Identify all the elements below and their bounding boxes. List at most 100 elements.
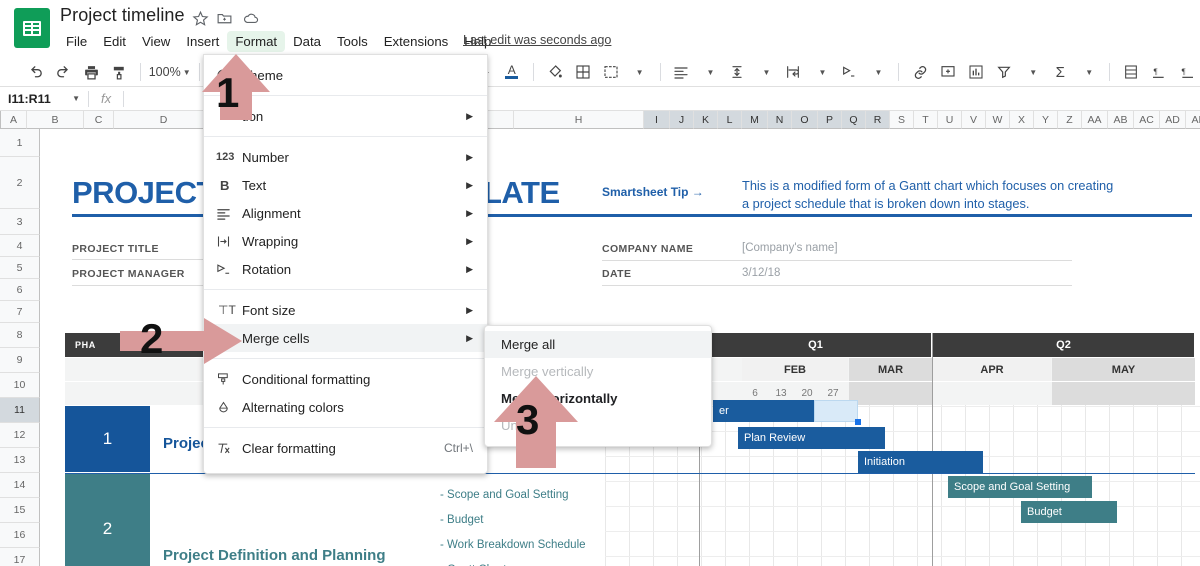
vertical-align-icon[interactable] bbox=[724, 59, 750, 85]
column-header-ad[interactable]: AD bbox=[1160, 111, 1186, 129]
menu-format[interactable]: Format bbox=[227, 31, 285, 52]
column-header-o[interactable]: O bbox=[792, 111, 818, 129]
row-header-10[interactable]: 10 bbox=[0, 373, 40, 398]
menu-item-text[interactable]: B Text ▶ bbox=[204, 171, 487, 199]
gantt-bar[interactable]: Initiation bbox=[858, 451, 983, 473]
redo-icon[interactable] bbox=[50, 59, 76, 85]
text-direction-ltr-icon[interactable]: ¶ bbox=[1146, 59, 1172, 85]
menu-insert[interactable]: Insert bbox=[178, 31, 227, 52]
column-header-ae[interactable]: AE bbox=[1186, 111, 1200, 129]
row-header-1[interactable]: 1 bbox=[0, 129, 40, 157]
text-rotation-dropdown-icon[interactable]: ▼ bbox=[864, 59, 890, 85]
horizontal-align-icon[interactable] bbox=[668, 59, 694, 85]
menu-item-alignment[interactable]: Alignment ▶ bbox=[204, 199, 487, 227]
borders-icon[interactable] bbox=[570, 59, 596, 85]
column-header-t[interactable]: T bbox=[914, 111, 938, 129]
text-wrapping-dropdown-icon[interactable]: ▼ bbox=[808, 59, 834, 85]
menu-data[interactable]: Data bbox=[285, 31, 329, 52]
gantt-bar-selected-cell[interactable] bbox=[814, 400, 858, 422]
menu-item-number[interactable]: 123 Number ▶ bbox=[204, 143, 487, 171]
horizontal-align-dropdown-icon[interactable]: ▼ bbox=[696, 59, 722, 85]
text-wrapping-icon[interactable] bbox=[780, 59, 806, 85]
column-header-l[interactable]: L bbox=[718, 111, 742, 129]
column-header-j[interactable]: J bbox=[670, 111, 694, 129]
row-header-8[interactable]: 8 bbox=[0, 323, 40, 348]
column-header-q[interactable]: Q bbox=[842, 111, 866, 129]
column-header-a[interactable]: A bbox=[1, 111, 27, 129]
menu-edit[interactable]: Edit bbox=[95, 31, 134, 52]
paint-format-icon[interactable] bbox=[106, 59, 132, 85]
column-header-z[interactable]: Z bbox=[1058, 111, 1082, 129]
column-header-aa[interactable]: AA bbox=[1082, 111, 1108, 129]
column-header-k[interactable]: K bbox=[694, 111, 718, 129]
menu-item-font-size[interactable]: ⊤T Font size ▶ bbox=[204, 296, 487, 324]
functions-dropdown-icon[interactable]: ▼ bbox=[1075, 59, 1101, 85]
freeze-icon[interactable] bbox=[1118, 59, 1144, 85]
last-edit-status[interactable]: Last edit was seconds ago bbox=[463, 33, 611, 47]
row-header-17[interactable]: 17 bbox=[0, 548, 40, 566]
column-header-p[interactable]: P bbox=[818, 111, 842, 129]
row-header-16[interactable]: 16 bbox=[0, 523, 40, 548]
gantt-bar[interactable]: Plan Review bbox=[738, 427, 885, 449]
menu-tools[interactable]: Tools bbox=[329, 31, 376, 52]
row-header-15[interactable]: 15 bbox=[0, 498, 40, 523]
column-header-ab[interactable]: AB bbox=[1108, 111, 1134, 129]
row-header-5[interactable]: 5 bbox=[0, 257, 40, 279]
row-header-13[interactable]: 13 bbox=[0, 448, 40, 473]
undo-icon[interactable] bbox=[22, 59, 48, 85]
gantt-bar[interactable]: Budget bbox=[1021, 501, 1117, 523]
column-header-b[interactable]: B bbox=[27, 111, 84, 129]
menu-file[interactable]: File bbox=[58, 31, 95, 52]
vertical-align-dropdown-icon[interactable]: ▼ bbox=[752, 59, 778, 85]
insert-chart-icon[interactable] bbox=[963, 59, 989, 85]
menu-item-rotation[interactable]: Rotation ▶ bbox=[204, 255, 487, 283]
menu-item-conditional-formatting[interactable]: Conditional formatting bbox=[204, 365, 487, 393]
selection-handle[interactable] bbox=[855, 419, 861, 425]
text-direction-rtl-icon[interactable]: ¶ bbox=[1174, 59, 1200, 85]
move-to-folder-icon[interactable] bbox=[216, 10, 233, 32]
gantt-bar[interactable]: Scope and Goal Setting bbox=[948, 476, 1092, 498]
insert-comment-icon[interactable] bbox=[935, 59, 961, 85]
row-header-3[interactable]: 3 bbox=[0, 209, 40, 235]
select-all-corner[interactable] bbox=[0, 111, 1, 129]
column-header-y[interactable]: Y bbox=[1034, 111, 1058, 129]
menu-view[interactable]: View bbox=[134, 31, 178, 52]
merge-cells-dropdown-icon[interactable]: ▼ bbox=[626, 59, 652, 85]
row-header-7[interactable]: 7 bbox=[0, 301, 40, 323]
fill-color-icon[interactable] bbox=[542, 59, 568, 85]
menu-item-alternating-colors[interactable]: Alternating colors bbox=[204, 393, 487, 421]
text-rotation-icon[interactable] bbox=[836, 59, 862, 85]
row-header-2[interactable]: 2 bbox=[0, 157, 40, 209]
column-header-r[interactable]: R bbox=[866, 111, 890, 129]
row-header-9[interactable]: 9 bbox=[0, 348, 40, 373]
create-filter-icon[interactable] bbox=[991, 59, 1017, 85]
print-icon[interactable] bbox=[78, 59, 104, 85]
google-sheets-logo[interactable] bbox=[14, 8, 50, 48]
column-header-ac[interactable]: AC bbox=[1134, 111, 1160, 129]
column-header-c[interactable]: C bbox=[84, 111, 114, 129]
row-header-4[interactable]: 4 bbox=[0, 235, 40, 257]
menu-extensions[interactable]: Extensions bbox=[376, 31, 457, 52]
name-box[interactable]: I11:R11 ▼ bbox=[0, 87, 88, 110]
insert-link-icon[interactable] bbox=[907, 59, 933, 85]
row-header-12[interactable]: 12 bbox=[0, 423, 40, 448]
column-header-m[interactable]: M bbox=[742, 111, 768, 129]
column-header-d[interactable]: D bbox=[114, 111, 214, 129]
menu-item-merge-cells[interactable]: Merge cells ▶ bbox=[204, 324, 487, 352]
menu-item-wrapping[interactable]: Wrapping ▶ bbox=[204, 227, 487, 255]
column-header-x[interactable]: X bbox=[1010, 111, 1034, 129]
merge-cells-icon[interactable] bbox=[598, 59, 624, 85]
column-header-i[interactable]: I bbox=[644, 111, 670, 129]
row-header-11[interactable]: 11 bbox=[0, 398, 40, 423]
filter-dropdown-icon[interactable]: ▼ bbox=[1019, 59, 1045, 85]
column-header-n[interactable]: N bbox=[768, 111, 792, 129]
text-color-icon[interactable]: A bbox=[499, 59, 525, 85]
cloud-saved-icon[interactable] bbox=[242, 10, 260, 32]
submenu-item-merge-all[interactable]: Merge all bbox=[485, 331, 711, 358]
column-header-v[interactable]: V bbox=[962, 111, 986, 129]
star-icon[interactable] bbox=[192, 10, 209, 32]
column-header-w[interactable]: W bbox=[986, 111, 1010, 129]
zoom-select[interactable]: 100% ▼ bbox=[149, 59, 191, 85]
column-header-h[interactable]: H bbox=[514, 111, 644, 129]
column-header-s[interactable]: S bbox=[890, 111, 914, 129]
